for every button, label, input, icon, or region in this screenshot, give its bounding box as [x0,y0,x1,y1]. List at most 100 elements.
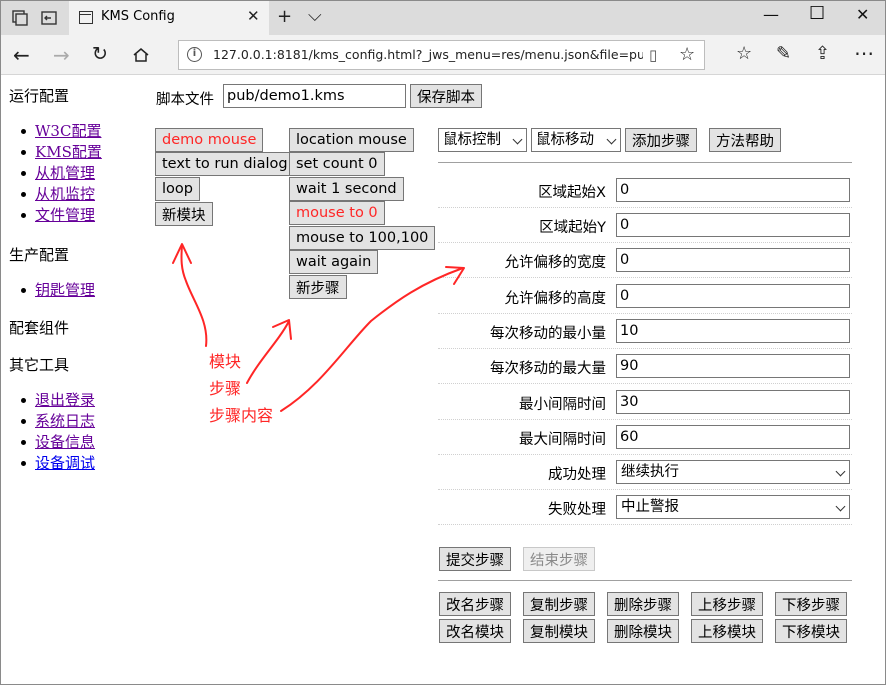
tab-title: KMS Config [101,9,175,24]
url-text[interactable]: 127.0.0.1:8181/kms_config.html?_jws_menu… [213,47,643,62]
step-wait-again[interactable]: wait again [289,250,379,274]
rename-module-button[interactable]: 改名模块 [439,619,511,643]
address-bar[interactable]: i 127.0.0.1:8181/kms_config.html?_jws_me… [178,40,705,70]
category-select[interactable]: 鼠标控制 [438,128,527,152]
tab-actions-icon[interactable] [11,9,29,27]
nav-link-w3c[interactable]: W3C配置 [35,122,101,140]
field-label-min-interval: 最小间隔时间 [519,397,606,413]
field-offset-width[interactable] [616,248,850,272]
section-title: 运行配置 [9,87,70,105]
tab-kms-config[interactable]: KMS Config ✕ [69,1,269,35]
field-label-max-interval: 最大间隔时间 [519,432,606,448]
script-file-input[interactable] [223,84,406,108]
nav-link-key-manage[interactable]: 钥匙管理 [35,281,95,299]
nav-link-slave-monitor[interactable]: 从机监控 [35,185,95,203]
copy-module-button[interactable]: 复制模块 [523,619,595,643]
close-window-icon[interactable]: ✕ [856,5,869,24]
step-mouse-to-100[interactable]: mouse to 100,100 [289,226,436,250]
nav-link-syslog[interactable]: 系统日志 [35,412,95,430]
nav-link-logout[interactable]: 退出登录 [35,391,95,409]
field-min-interval[interactable] [616,390,850,414]
field-label-min-move: 每次移动的最小量 [490,326,606,342]
field-max-interval[interactable] [616,425,850,449]
new-module-button[interactable]: 新模块 [155,202,213,226]
set-aside-tabs-icon[interactable] [40,9,58,27]
row-separator [438,489,852,490]
action-select[interactable]: 鼠标移动 [531,128,621,152]
new-tab-icon[interactable]: + [277,6,292,27]
rename-step-button[interactable]: 改名步骤 [439,592,511,616]
copy-step-button[interactable]: 复制步骤 [523,592,595,616]
row-separator [438,277,852,278]
field-min-move[interactable] [616,319,850,343]
field-start-y[interactable] [616,213,850,237]
pen-icon[interactable]: ✎ [776,43,791,64]
chevron-down-icon [512,134,523,145]
move-step-up-button[interactable]: 上移步骤 [691,592,763,616]
nav-link-slave-manage[interactable]: 从机管理 [35,164,95,182]
row-separator [438,383,852,384]
module-demo-mouse[interactable]: demo mouse [155,128,264,152]
step-mouse-to-0[interactable]: mouse to 0 [289,201,385,225]
submit-step-button[interactable]: 提交步骤 [439,547,511,571]
tab-list-chevron-down-icon[interactable]: ⌵ [308,5,322,26]
nav-item: 退出登录 [20,390,95,411]
module-text-to-run-dialog[interactable]: text to run dialog [155,152,295,176]
move-module-down-button[interactable]: 下移模块 [775,619,847,643]
row-separator [438,242,852,243]
nav-item: KMS配置 [21,142,102,163]
delete-module-button[interactable]: 删除模块 [607,619,679,643]
field-max-move[interactable] [616,354,850,378]
nav-link-kms[interactable]: KMS配置 [35,143,102,161]
method-help-button[interactable]: 方法帮助 [709,128,781,152]
favorite-star-icon[interactable]: ☆ [679,44,695,65]
module-loop[interactable]: loop [155,177,200,201]
nav-item: 设备调试 [20,453,95,474]
site-info-icon[interactable]: i [187,47,202,62]
nav-link-device-info[interactable]: 设备信息 [35,433,95,451]
move-module-up-button[interactable]: 上移模块 [691,619,763,643]
refresh-icon[interactable]: ↻ [92,43,108,65]
step-set-count[interactable]: set count 0 [289,152,385,176]
annotation-module: 模块 [209,352,242,371]
divider [438,580,852,581]
minimize-icon[interactable]: — [763,5,779,24]
add-step-button[interactable]: 添加步骤 [625,128,697,152]
home-icon[interactable] [132,46,150,64]
nav-link-device-debug[interactable]: 设备调试 [35,454,95,472]
failure-handling-value: 中止警报 [621,499,679,515]
delete-step-button[interactable]: 删除步骤 [607,592,679,616]
new-step-button[interactable]: 新步骤 [289,275,347,299]
chevron-down-icon [835,501,846,512]
row-separator [438,207,852,208]
reading-view-icon[interactable]: ▯ [649,46,657,64]
arrowhead-modules [172,243,192,264]
success-handling-select[interactable]: 继续执行 [616,460,850,484]
nav-list-run: W3C配置 KMS配置 从机管理 从机监控 文件管理 [21,121,102,226]
more-menu-icon[interactable]: ⋯ [854,41,874,65]
nav-link-file-manage[interactable]: 文件管理 [35,206,95,224]
field-offset-height[interactable] [616,284,850,308]
divider [438,162,852,163]
failure-handling-select[interactable]: 中止警报 [616,495,850,519]
field-start-x[interactable] [616,178,850,202]
end-step-button[interactable]: 结束步骤 [523,547,595,571]
nav-item: 设备信息 [20,432,95,453]
share-icon[interactable]: ⇪ [815,43,830,64]
nav-item: 文件管理 [21,205,102,226]
step-wait-1-second[interactable]: wait 1 second [289,177,404,201]
failure-handling-label: 失败处理 [548,502,606,518]
step-location-mouse[interactable]: location mouse [289,128,414,152]
annotation-step-content: 步骤内容 [209,406,274,425]
close-tab-icon[interactable]: ✕ [247,7,260,25]
row-separator [438,419,852,420]
back-arrow-icon[interactable]: ← [13,43,30,67]
nav-item: 从机监控 [21,184,102,205]
forward-arrow-icon[interactable]: → [53,43,70,67]
section-title: 生产配置 [9,246,70,264]
maximize-icon[interactable]: ☐ [809,3,825,24]
action-select-value: 鼠标移动 [536,132,594,148]
save-script-button[interactable]: 保存脚本 [410,84,482,108]
favorites-list-icon[interactable]: ☆ [736,43,752,64]
move-step-down-button[interactable]: 下移步骤 [775,592,847,616]
